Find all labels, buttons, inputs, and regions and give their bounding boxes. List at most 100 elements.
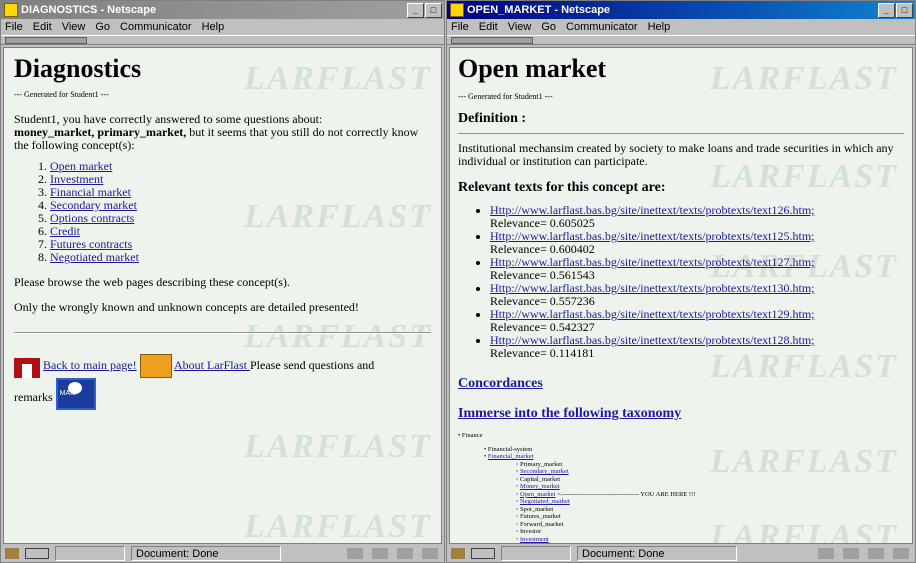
menu-go[interactable]: Go [541,21,556,33]
text-link[interactable]: Http://www.larflast.bas.bg/site/inettext… [490,307,815,321]
relevance-value: Relevance= 0.561543 [490,268,595,282]
security-lock-icon[interactable] [451,548,465,559]
concept-link[interactable]: Credit [50,224,80,238]
open-market-window: OPEN_MARKET - Netscape _ □ File Edit Vie… [446,0,916,563]
taxonomy-row: ◦ Spot_market [516,505,554,513]
taxonomy-link-node[interactable]: Open_market [520,491,555,498]
maximize-button[interactable]: □ [896,2,913,18]
text-link[interactable]: Http://www.larflast.bas.bg/site/inettext… [490,229,815,243]
relevance-value: Relevance= 0.542327 [490,320,595,334]
netscape-icon [4,3,18,17]
page-content: LARFLAST LARFLAST LARFLAST LARFLAST LARF… [449,47,913,544]
navigator-icon[interactable] [843,548,859,559]
back-to-main-link[interactable]: Back to main page! [43,358,137,372]
concept-link[interactable]: Financial market [50,185,131,199]
page-title: Diagnostics [14,54,142,83]
about-larflast-link[interactable]: About LarFlast [174,358,250,372]
diagnostics-window: DIAGNOSTICS - Netscape _ □ File Edit Vie… [0,0,445,563]
menu-bar: File Edit View Go Communicator Help [1,19,444,35]
status-bar: Document: Done [447,545,915,562]
text-item: Http://www.larflast.bas.bg/site/inettext… [490,282,904,308]
component-icon[interactable] [347,548,363,559]
remarks-text: remarks [14,390,53,404]
menu-file[interactable]: File [451,21,469,33]
taxonomy-node: Futures_market [519,513,561,520]
menu-go[interactable]: Go [95,21,110,33]
mailbox-icon[interactable] [397,548,413,559]
taxonomy-row: ◦ Secondary_market [516,468,569,475]
navigator-icon[interactable] [372,548,388,559]
title-bar[interactable]: DIAGNOSTICS - Netscape _ □ [1,1,444,19]
concordances-link[interactable]: Concordances [458,376,543,391]
concept-link[interactable]: Investment [50,172,103,186]
minimize-button[interactable]: _ [878,2,895,18]
composer-icon[interactable] [893,548,909,559]
toolbar-grip[interactable] [5,36,87,44]
menu-view[interactable]: View [62,21,86,33]
menu-communicator[interactable]: Communicator [120,21,192,33]
toolbar-collapsed[interactable] [447,35,915,45]
menu-help[interactable]: Help [648,21,671,33]
concept-link[interactable]: Futures contracts [50,237,132,251]
concept-link[interactable]: Negotiated market [50,250,139,264]
menu-edit[interactable]: Edit [33,21,52,33]
taxonomy-link-node[interactable]: Credit [520,543,536,544]
menu-view[interactable]: View [508,21,532,33]
concept-link[interactable]: Secondary market [50,198,137,212]
title-bar[interactable]: OPEN_MARKET - Netscape _ □ [447,1,915,19]
composer-icon[interactable] [422,548,438,559]
taxonomy-row: ◦ Forward_market [516,520,564,528]
menu-help[interactable]: Help [202,21,225,33]
mailbox-icon[interactable] [868,548,884,559]
taxonomy-link-node[interactable]: Investment [520,536,549,543]
taxonomy-link-node[interactable]: Financial_market [488,453,533,460]
relevant-texts-list: Http://www.larflast.bas.bg/site/inettext… [458,204,904,360]
home-icon[interactable] [14,358,40,378]
taxonomy-link-node[interactable]: Secondary_market [520,468,569,475]
concept-link[interactable]: Open market [50,159,112,173]
taxonomy-node: Primary_market [519,460,563,468]
watermark: LARFLAST [244,428,432,465]
menu-communicator[interactable]: Communicator [566,21,638,33]
text-item: Http://www.larflast.bas.bg/site/inettext… [490,204,904,230]
taxonomy-row: ◦ Open_market <--------------------------… [516,490,696,498]
menu-file[interactable]: File [5,21,23,33]
taxonomy-link-node[interactable]: Money_market [520,483,560,490]
window-title: OPEN_MARKET - Netscape [467,4,611,16]
minimize-button[interactable]: _ [407,2,424,18]
netscape-icon [450,3,464,17]
text-item: Http://www.larflast.bas.bg/site/inettext… [490,334,904,360]
text-link[interactable]: Http://www.larflast.bas.bg/site/inettext… [490,203,815,217]
texts-heading: Relevant texts for this concept are: [458,180,666,195]
text-link[interactable]: Http://www.larflast.bas.bg/site/inettext… [490,255,815,269]
page-title: Open market [458,54,607,83]
concept-link[interactable]: Options contracts [50,211,134,225]
text-link[interactable]: Http://www.larflast.bas.bg/site/inettext… [490,281,815,295]
taxonomy-link[interactable]: Immerse into the following taxonomy [458,406,681,421]
window-title: DIAGNOSTICS - Netscape [21,4,157,16]
status-bar: Document: Done [1,545,444,562]
relevance-value: Relevance= 0.114181 [490,346,595,360]
menu-edit[interactable]: Edit [479,21,498,33]
about-icon[interactable] [139,354,172,378]
component-icon[interactable] [818,548,834,559]
security-lock-icon[interactable] [5,548,19,559]
relevance-value: Relevance= 0.557236 [490,294,595,308]
taxonomy-tree: • Finance • Financial-system • Financial… [458,432,904,544]
you-are-here-marker: <------------------------------------ YO… [557,490,696,498]
toolbar-collapsed[interactable] [1,35,444,45]
taxonomy-row: ◦ Credit [516,543,904,544]
taxonomy-link-node[interactable]: Negotiated_market [520,498,570,505]
taxonomy-node: Investor [519,528,542,535]
generated-note: --- Generated for Student1 --- [458,92,553,101]
divider [458,133,904,134]
taxonomy-row: ◦ Capital_market [516,475,561,483]
text-link[interactable]: Http://www.larflast.bas.bg/site/inettext… [490,333,815,347]
known-concepts: money_market, primary_market, [14,125,187,139]
taxonomy-root: Finance [461,432,483,439]
taxonomy-node: Forward_market [519,520,564,528]
mail-icon[interactable]: MAIL [55,378,96,410]
progress-box [501,546,571,561]
toolbar-grip[interactable] [451,36,533,44]
maximize-button[interactable]: □ [425,2,442,18]
